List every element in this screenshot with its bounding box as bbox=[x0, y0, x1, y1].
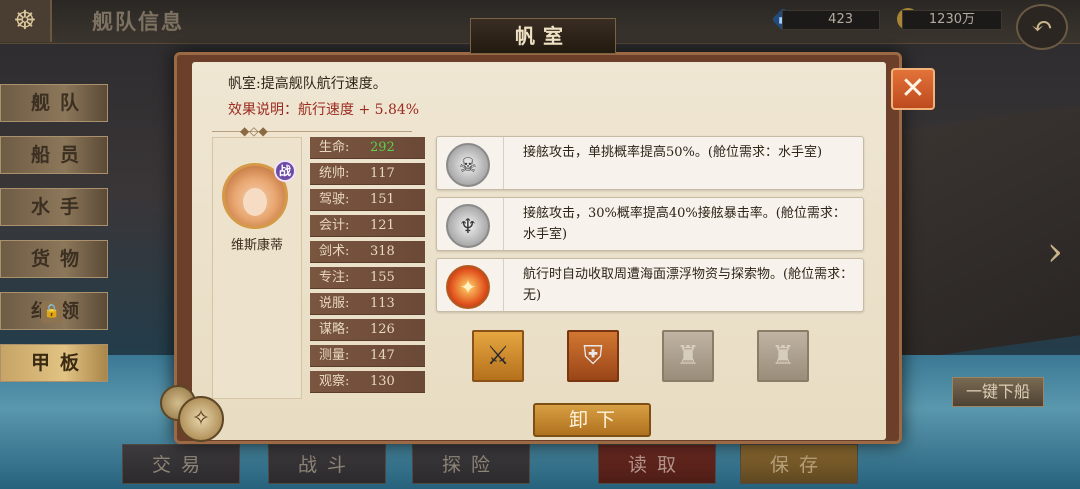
stat-value: 113 bbox=[370, 296, 395, 311]
skill-description: 接舷攻击，30%概率提高40%接舷暴击率。(舱位需求：水手室) bbox=[523, 206, 846, 242]
battle-badge: 战 bbox=[274, 160, 296, 182]
stat-value: 126 bbox=[370, 322, 395, 337]
gold-count: 1230万 bbox=[902, 10, 1002, 30]
save-button[interactable]: 保存 bbox=[740, 444, 858, 484]
stat-value: 155 bbox=[370, 270, 395, 285]
effect-description: 效果说明：航行速度 + 5.84% bbox=[228, 99, 419, 119]
stat-label: 统帅: bbox=[319, 166, 350, 181]
lock-icon: 🔒 bbox=[41, 301, 63, 323]
stat-label: 剑术: bbox=[319, 244, 350, 259]
skill-item: ♆ 接舷攻击，30%概率提高40%接舷暴击率。(舱位需求：水手室) bbox=[436, 197, 864, 251]
empty-slot-icon[interactable]: ♜ bbox=[757, 330, 809, 382]
explore-button[interactable]: 探险 bbox=[412, 444, 530, 484]
empty-slot-icon[interactable]: ♜ bbox=[662, 330, 714, 382]
divider bbox=[503, 137, 504, 189]
stat-label: 驾驶: bbox=[319, 192, 350, 207]
room-description: 帆室:提高舰队航行速度。 bbox=[228, 76, 387, 92]
stat-label: 说服: bbox=[319, 296, 350, 311]
stat-row-strategy: 谋略: 126 bbox=[310, 319, 425, 341]
unload-all-button[interactable]: 一键下船 bbox=[952, 377, 1044, 407]
sidebar-item-cargo[interactable]: 货物 bbox=[0, 240, 108, 278]
stat-value: 318 bbox=[370, 244, 395, 259]
stat-value: 121 bbox=[370, 218, 395, 233]
stat-row-sailing: 驾驶: 151 bbox=[310, 189, 425, 211]
next-arrow-icon[interactable]: › bbox=[1040, 226, 1070, 278]
sidebar-item-fleet[interactable]: 舰队 bbox=[0, 84, 108, 122]
skill-description: 接舷攻击，单挑概率提高50%。(舱位需求：水手室) bbox=[523, 145, 823, 160]
compass-icon[interactable]: ✧ bbox=[178, 396, 224, 442]
divider bbox=[503, 198, 504, 250]
divider bbox=[503, 259, 504, 311]
sidebar-item-crew[interactable]: 船员 bbox=[0, 136, 108, 174]
unload-button[interactable]: 卸下 bbox=[533, 403, 651, 437]
stat-value: 147 bbox=[370, 348, 395, 363]
stat-row-focus: 专注: 155 bbox=[310, 267, 425, 289]
horn-icon: ♆ bbox=[446, 204, 490, 248]
sidebar-item-sailors[interactable]: 水手 bbox=[0, 188, 108, 226]
back-arrow-icon[interactable]: ↶ bbox=[1016, 4, 1068, 50]
sword-icon[interactable]: ⚔ bbox=[472, 330, 524, 382]
stat-row-swordsmanship: 剑术: 318 bbox=[310, 241, 425, 263]
skill-description: 航行时自动收取周遭海面漂浮物资与探索物。(舱位需求：无) bbox=[523, 267, 854, 303]
pirate-helmet-icon: ☠ bbox=[446, 143, 490, 187]
stat-value: 151 bbox=[370, 192, 395, 207]
stat-label: 观察: bbox=[319, 374, 350, 389]
armor-icon[interactable]: ⛨ bbox=[567, 330, 619, 382]
skill-item: ☠ 接舷攻击，单挑概率提高50%。(舱位需求：水手室) bbox=[436, 136, 864, 190]
load-button[interactable]: 读取 bbox=[598, 444, 716, 484]
effect-value: 航行速度 + 5.84% bbox=[298, 102, 420, 118]
modal-title: 帆室 bbox=[470, 18, 616, 54]
stat-label: 生命: bbox=[319, 140, 350, 155]
stat-row-accounting: 会计: 121 bbox=[310, 215, 425, 237]
ornament-icon: ◆◇◆ bbox=[240, 124, 268, 138]
sidebar-item-locked[interactable]: 纪领 🔒 bbox=[0, 292, 108, 330]
sailor-name: 维斯康蒂 bbox=[230, 238, 283, 253]
gem-count: 423 bbox=[782, 10, 880, 30]
stat-row-observation: 观察: 130 bbox=[310, 371, 425, 393]
stat-row-hp: 生命: 292 bbox=[310, 137, 425, 159]
stat-label: 测量: bbox=[319, 348, 350, 363]
page-title: 舰队信息 bbox=[92, 9, 184, 34]
stat-row-persuasion: 说服: 113 bbox=[310, 293, 425, 315]
ship-wheel-icon[interactable]: ☸ bbox=[0, 0, 52, 42]
stat-label: 谋略: bbox=[319, 322, 350, 337]
sidebar-item-deck[interactable]: 甲板 bbox=[0, 344, 108, 382]
trade-button[interactable]: 交易 bbox=[122, 444, 240, 484]
stat-value: 292 bbox=[370, 140, 395, 155]
stat-value: 130 bbox=[370, 374, 395, 389]
stat-label: 会计: bbox=[319, 218, 350, 233]
fire-treasure-icon: ✦ bbox=[446, 265, 490, 309]
stat-value: 117 bbox=[370, 166, 395, 181]
battle-button[interactable]: 战斗 bbox=[268, 444, 386, 484]
skill-item: ✦ 航行时自动收取周遭海面漂浮物资与探索物。(舱位需求：无) bbox=[436, 258, 864, 312]
stat-row-command: 统帅: 117 bbox=[310, 163, 425, 185]
avatar-face bbox=[243, 188, 267, 216]
stat-label: 专注: bbox=[319, 270, 350, 285]
effect-label: 效果说明： bbox=[228, 102, 298, 118]
stat-row-survey: 测量: 147 bbox=[310, 345, 425, 367]
close-icon[interactable]: ✕ bbox=[891, 68, 935, 110]
